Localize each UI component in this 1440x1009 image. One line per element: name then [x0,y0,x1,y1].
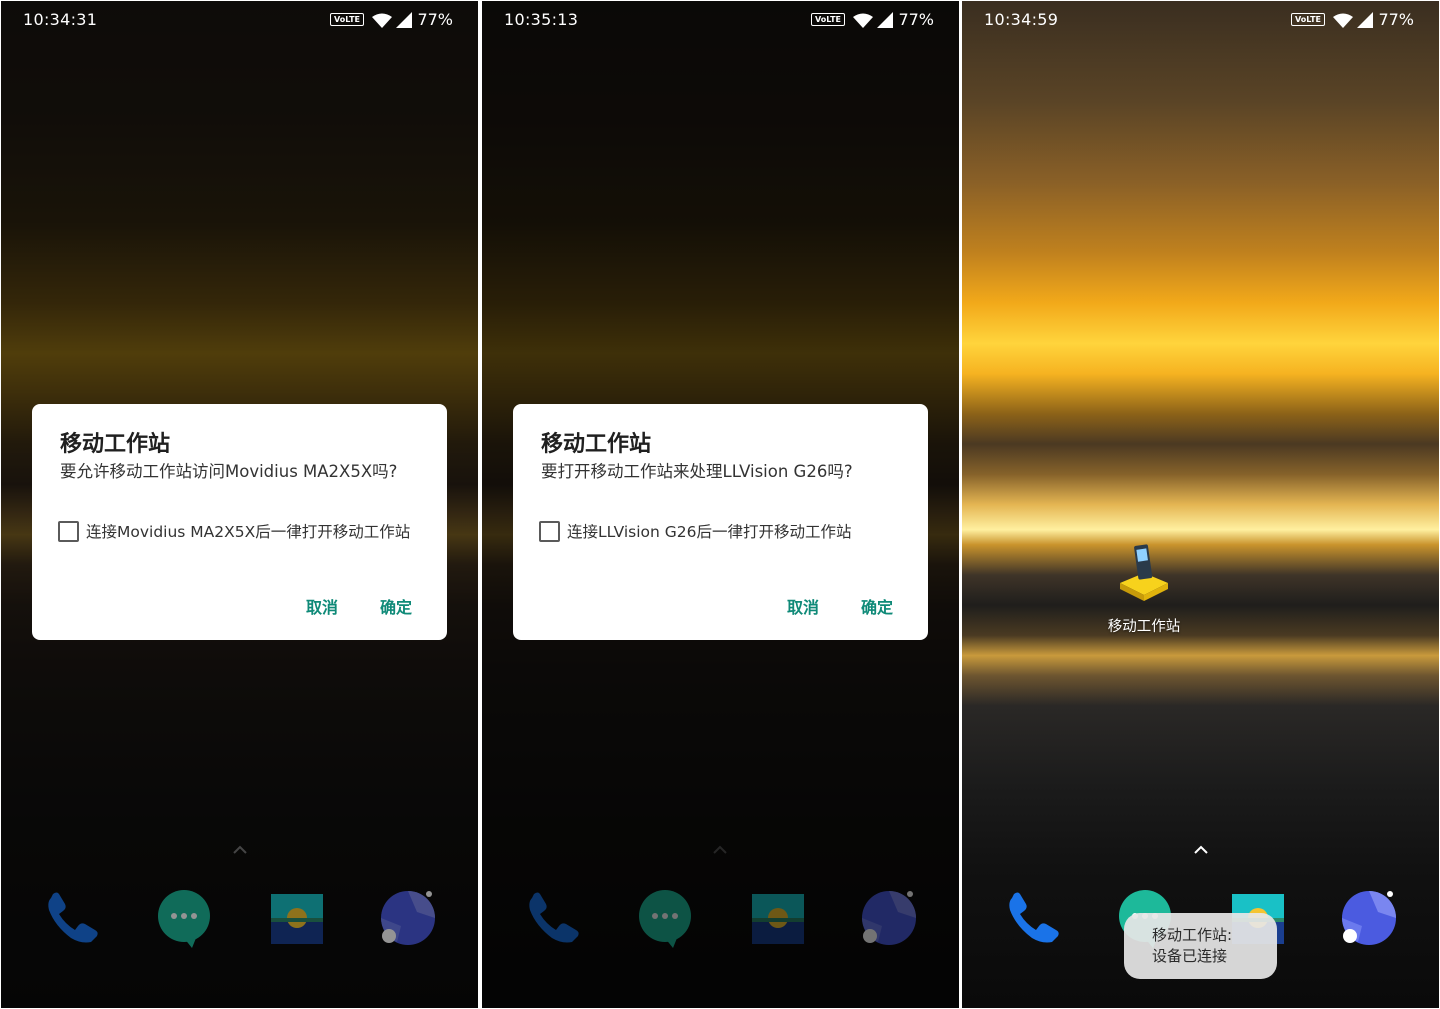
open-with-dialog: 移动工作站 要打开移动工作站来处理LLVision G26吗? 连接LLVisi… [513,404,928,640]
wifi-icon [1333,13,1353,28]
device-connected-toast: 移动工作站: 设备已连接 [1124,913,1277,979]
dialog-message: 要打开移动工作站来处理LLVision G26吗? [541,462,853,481]
app-icon-label[interactable]: 移动工作站 [1087,615,1201,636]
phone-screen-3: 10:34:59 VoLTE 77% 移动工作站 移动工作站: 设备已连接 [962,1,1439,1008]
status-time: 10:34:59 [984,10,1059,29]
phone-icon[interactable] [1002,888,1062,948]
app-drawer-up-icon[interactable] [1193,843,1209,855]
volte-badge: VoLTE [330,13,364,26]
status-time: 10:35:13 [504,10,579,29]
mobile-workstation-app-icon[interactable] [1116,541,1172,603]
ok-button[interactable]: 确定 [380,594,412,618]
signal-icon [877,12,893,28]
signal-icon [396,12,412,28]
status-bar: 10:34:59 VoLTE 77% [962,1,1439,39]
status-time: 10:34:31 [23,10,98,29]
toast-title: 移动工作站: [1152,926,1233,944]
always-open-checkbox[interactable] [539,521,560,542]
status-bar: 10:35:13 VoLTE 77% [482,1,959,39]
cancel-button[interactable]: 取消 [787,594,819,618]
battery-percent: 77% [1378,10,1414,29]
browser-icon[interactable] [1338,888,1398,948]
signal-icon [1357,12,1373,28]
volte-badge: VoLTE [811,13,845,26]
battery-percent: 77% [417,10,453,29]
wifi-icon [372,13,392,28]
toast-message: 设备已连接 [1152,947,1228,965]
permission-dialog: 移动工作站 要允许移动工作站访问Movidius MA2X5X吗? 连接Movi… [32,404,447,640]
always-open-checkbox[interactable] [58,521,79,542]
wifi-icon [853,13,873,28]
phone-screen-2: 10:35:13 VoLTE 77% 移动工作站 要打开移动工作站来处理LLVi… [482,1,959,1008]
status-bar: 10:34:31 VoLTE 77% [1,1,478,39]
volte-badge: VoLTE [1291,13,1325,26]
battery-percent: 77% [898,10,934,29]
always-open-label[interactable]: 连接LLVision G26后一律打开移动工作站 [567,520,852,542]
dialog-title: 移动工作站 [541,432,652,457]
always-open-label[interactable]: 连接Movidius MA2X5X后一律打开移动工作站 [86,520,410,542]
ok-button[interactable]: 确定 [861,594,893,618]
dialog-message: 要允许移动工作站访问Movidius MA2X5X吗? [60,462,398,481]
dialog-title: 移动工作站 [60,432,171,457]
cancel-button[interactable]: 取消 [306,594,338,618]
phone-screen-1: 10:34:31 VoLTE 77% 移动工作站 要允许移动工作站访问Movid… [1,1,478,1008]
